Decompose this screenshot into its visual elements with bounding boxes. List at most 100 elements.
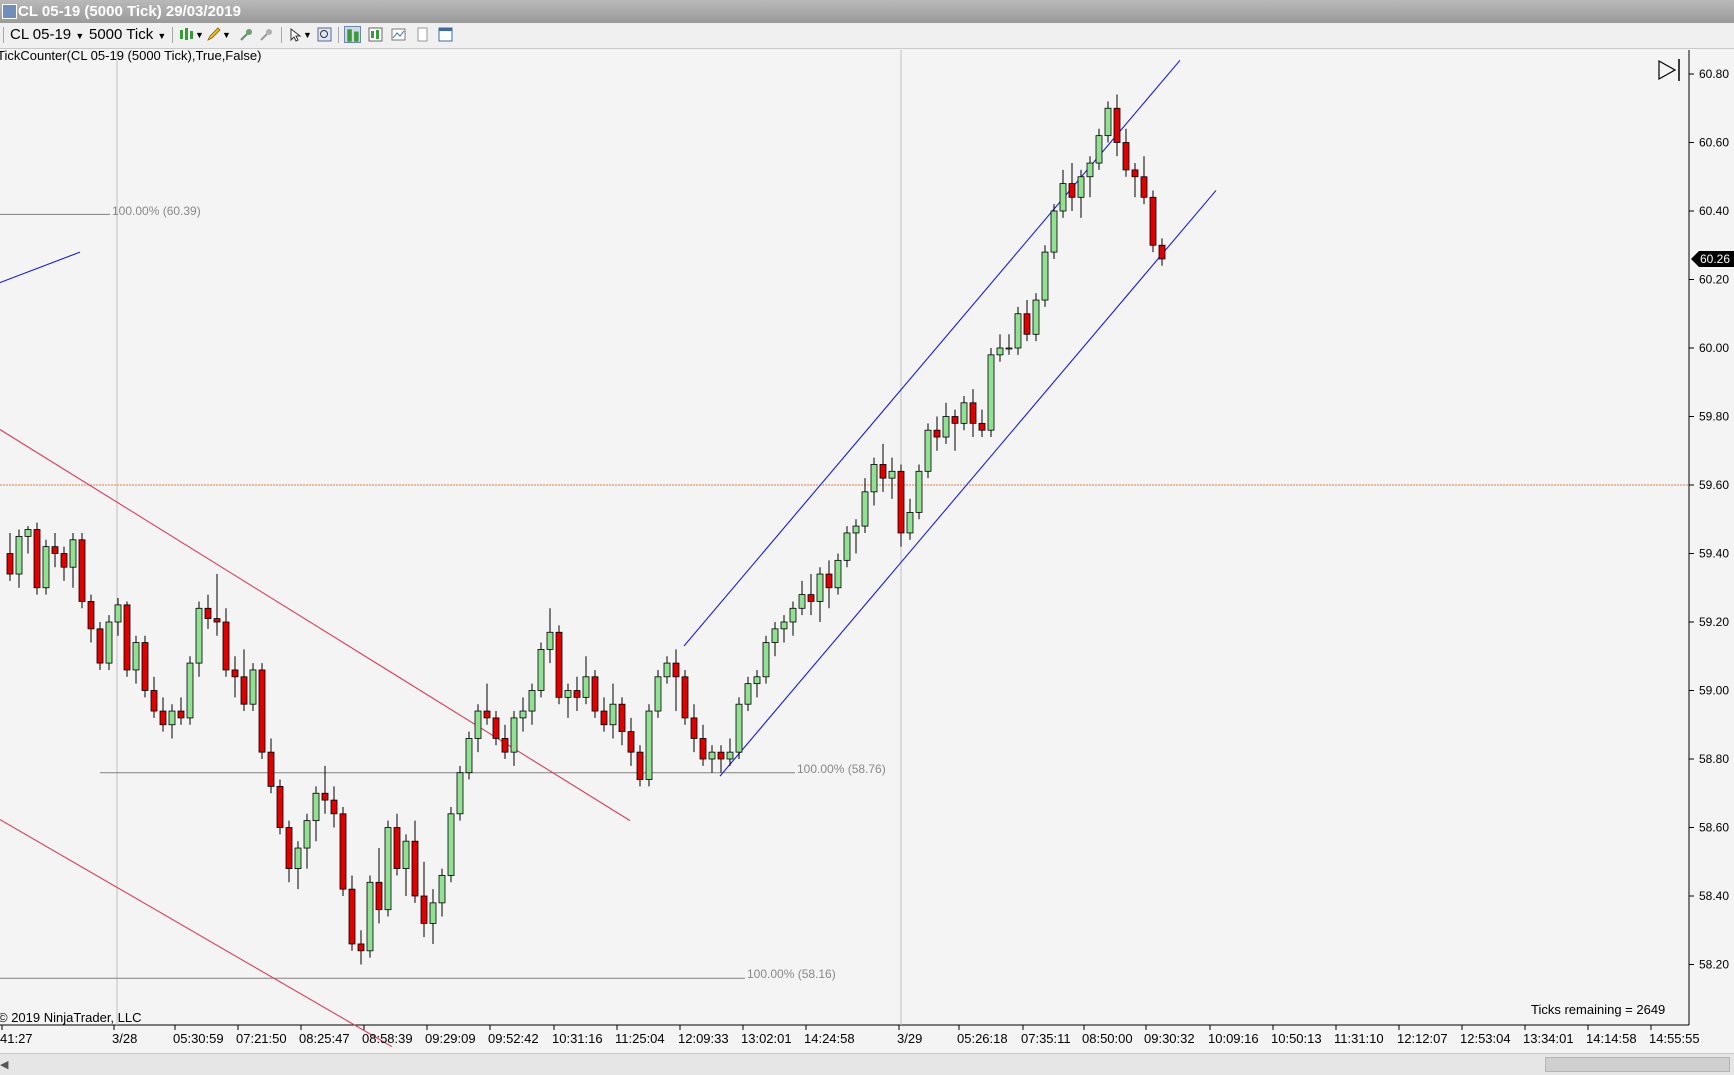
time-tick-label: 14:14:58 — [1586, 1031, 1637, 1046]
candle-body — [519, 710, 527, 719]
candle-body — [150, 690, 158, 712]
candle-body — [636, 751, 644, 780]
candle-body — [879, 464, 887, 479]
candle-body — [123, 604, 131, 671]
candle-body — [447, 813, 455, 876]
chevron-down-icon[interactable]: ▼ — [303, 25, 312, 45]
candle-body — [42, 546, 50, 589]
candle-body — [1005, 347, 1013, 350]
candle — [105, 615, 113, 670]
candle-body — [1077, 176, 1085, 198]
candle — [1050, 204, 1058, 259]
current-price-marker: 60.26 — [1691, 250, 1734, 267]
candle-body — [672, 662, 680, 678]
candle-body — [276, 786, 284, 828]
candle — [249, 663, 257, 712]
candle-body — [609, 703, 617, 726]
chart-toolbar: CL 05-19 ▼ 5000 Tick ▼ ▼ ▼ ▼ — [0, 23, 1734, 49]
price-tick-label: 59.60 — [1699, 478, 1729, 492]
candle-body — [285, 827, 293, 869]
candle — [645, 704, 653, 787]
candle-body — [933, 429, 941, 438]
scrollbar-thumb[interactable] — [1545, 1057, 1730, 1072]
candle-body — [1131, 169, 1139, 178]
window-title: CL 05-19 (5000 Tick) 29/03/2019 — [18, 3, 241, 20]
candle — [654, 669, 662, 718]
candle-body — [726, 751, 734, 760]
price-tick-label: 60.40 — [1699, 204, 1729, 218]
candle-body — [456, 772, 464, 815]
candle-body — [33, 529, 41, 589]
candle-body — [69, 539, 77, 568]
current-price-label: 60.26 — [1700, 252, 1730, 266]
candle-body — [924, 429, 932, 472]
fib-label-58-76: 100.00% (58.76) — [797, 762, 886, 776]
chevron-down-icon[interactable]: ▼ — [222, 25, 231, 45]
candle-body — [159, 710, 167, 726]
candle-body — [105, 621, 113, 664]
data-box-icon[interactable] — [344, 26, 361, 43]
price-tick-label: 58.20 — [1699, 958, 1729, 972]
chart-template-icon[interactable] — [390, 26, 407, 43]
time-tick-label: 05:30:59 — [173, 1031, 224, 1046]
interval-label: 5000 Tick — [89, 26, 154, 43]
candle-body — [807, 594, 815, 602]
candle-body — [825, 573, 833, 589]
candle — [186, 656, 194, 725]
candle-body — [1113, 107, 1121, 143]
candle — [591, 669, 599, 718]
cursor-icon[interactable] — [287, 26, 304, 43]
candle-body — [78, 539, 86, 602]
ticks-remaining-text: Ticks remaining = 2649 — [1531, 1002, 1665, 1017]
magnet-icon[interactable] — [258, 26, 275, 43]
candle-body — [996, 347, 1004, 356]
candle-body — [1068, 183, 1076, 198]
candle-body — [258, 669, 266, 753]
window-icon[interactable] — [437, 26, 454, 43]
candle-body — [753, 676, 761, 685]
candle-body — [1041, 251, 1049, 301]
document-icon[interactable] — [414, 26, 431, 43]
candle-body — [204, 607, 212, 619]
price-tick-label: 59.20 — [1699, 615, 1729, 629]
candle-body — [357, 943, 365, 952]
candle-body — [114, 604, 122, 623]
candle-body — [330, 799, 338, 815]
time-tick-label: 09:52:42 — [488, 1031, 539, 1046]
candle-body — [366, 881, 374, 952]
candle — [33, 522, 41, 595]
time-tick-label: 41:27 — [0, 1031, 33, 1046]
candle-body — [951, 416, 959, 424]
candle-body — [780, 621, 788, 630]
horizontal-scrollbar[interactable]: ◀ — [0, 1053, 1734, 1075]
price-tick-label: 59.40 — [1699, 547, 1729, 561]
candle — [42, 539, 50, 595]
time-tick-label: 08:58:39 — [362, 1031, 413, 1046]
candle-body — [843, 532, 851, 561]
candle-body — [1140, 176, 1148, 198]
candle-body — [1149, 196, 1157, 246]
interval-selector[interactable]: 5000 Tick ▼ — [89, 25, 166, 45]
chart-panel[interactable]: 100.00% (60.39) 100.00% (58.76) 100.00% … — [0, 50, 1734, 1052]
price-tick-label: 58.60 — [1699, 821, 1729, 835]
time-tick-label: 08:50:00 — [1082, 1031, 1133, 1046]
candle-body — [690, 717, 698, 739]
chevron-down-icon: ▼ — [75, 31, 85, 41]
instrument-selector[interactable]: CL 05-19 ▼ — [10, 25, 84, 45]
candle-body — [735, 703, 743, 753]
zoom-icon[interactable] — [316, 26, 333, 43]
candle-body — [1122, 142, 1130, 171]
time-tick-label: 12:53:04 — [1460, 1031, 1511, 1046]
candle — [681, 669, 689, 725]
candle-body — [303, 820, 311, 849]
bar-style-icon[interactable] — [178, 26, 195, 43]
chevron-left-icon[interactable]: ◀ — [0, 1058, 10, 1072]
pencil-icon[interactable] — [205, 26, 222, 43]
candle-body — [195, 607, 203, 664]
pin-icon[interactable] — [238, 26, 255, 43]
window-title-bar[interactable]: CL 05-19 (5000 Tick) 29/03/2019 — [0, 0, 1734, 23]
candle-body — [87, 601, 95, 630]
chevron-down-icon[interactable]: ▼ — [195, 25, 204, 45]
properties-icon[interactable] — [367, 26, 384, 43]
candle-body — [906, 511, 914, 534]
